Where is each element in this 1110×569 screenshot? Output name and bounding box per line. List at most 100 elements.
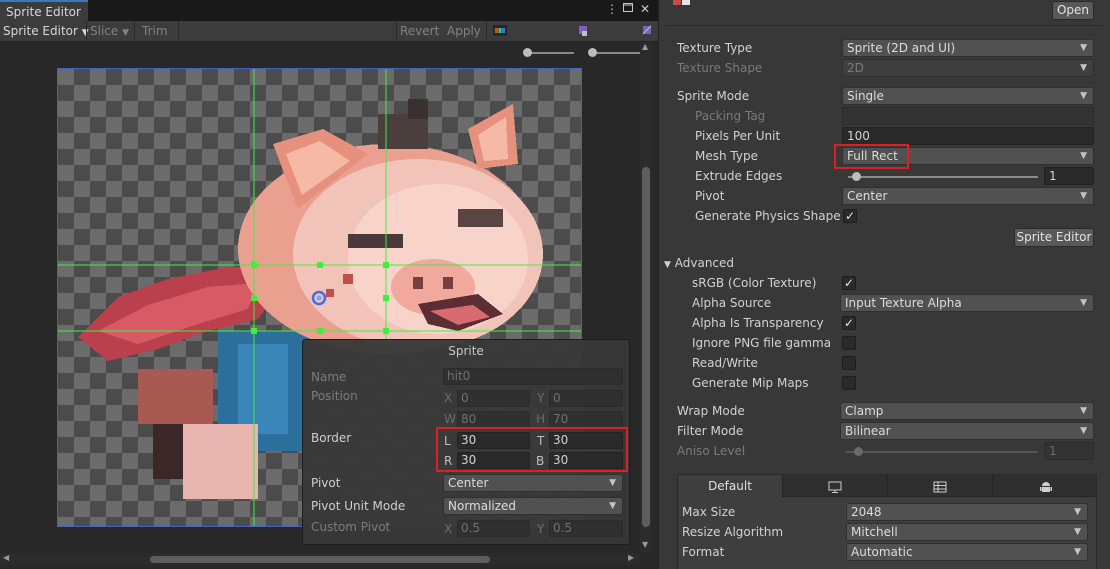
toolbar-divider	[134, 21, 135, 42]
ignore-png-gamma-label: Ignore PNG file gamma	[692, 336, 832, 350]
chevron-down-icon: ▼	[1080, 43, 1087, 53]
horizontal-scrollbar-thumb[interactable]	[150, 556, 490, 563]
vertical-scrollbar-thumb[interactable]	[642, 167, 650, 527]
chevron-down-icon: ▼	[1074, 527, 1081, 537]
packing-tag-field[interactable]	[842, 107, 1094, 125]
alpha-is-transparency-checkbox[interactable]: ✓	[842, 316, 856, 330]
mesh-type-highlight-box	[834, 144, 909, 169]
chevron-down-icon: ▼	[1080, 63, 1087, 73]
tab-webgl[interactable]	[888, 475, 993, 497]
position-h-field[interactable]: 70	[549, 411, 623, 428]
mip-slider-track[interactable]	[590, 52, 640, 54]
format-value: Automatic	[851, 545, 913, 559]
aniso-level-field[interactable]: 1	[1044, 442, 1094, 460]
mip-slider-handle[interactable]	[588, 48, 597, 57]
read-write-label: Read/Write	[692, 356, 758, 370]
texture-type-value: Sprite (2D and UI)	[847, 41, 956, 55]
pivot-dropdown[interactable]: Center ▼	[443, 474, 623, 492]
format-dropdown[interactable]: Automatic ▼	[846, 543, 1088, 561]
resize-algorithm-label: Resize Algorithm	[682, 525, 784, 539]
sprite-editor-button[interactable]: Sprite Editor	[1014, 228, 1094, 247]
more-options-icon[interactable]: ⋮	[606, 2, 618, 16]
extrude-edges-field[interactable]: 1	[1044, 167, 1094, 185]
scroll-down-arrow-icon[interactable]: ▼	[642, 540, 648, 549]
vertical-scrollbar[interactable]: ▲ ▼	[640, 42, 652, 552]
window-tab-bar: Sprite Editor ⋮ ✕	[0, 0, 658, 21]
ignore-png-gamma-checkbox[interactable]	[842, 336, 856, 350]
position-y-field[interactable]: 0	[549, 390, 623, 407]
packing-tag-label: Packing Tag	[695, 109, 766, 123]
filter-mode-value: Bilinear	[845, 424, 891, 438]
filter-mode-dropdown[interactable]: Bilinear ▼	[840, 422, 1094, 440]
wrap-mode-label: Wrap Mode	[677, 404, 745, 418]
position-w-field[interactable]: 80	[457, 411, 530, 428]
generate-mip-maps-label: Generate Mip Maps	[692, 376, 809, 390]
tab-default[interactable]: Default	[678, 475, 783, 497]
chevron-down-icon: ▼	[1080, 426, 1087, 436]
pixels-per-unit-label: Pixels Per Unit	[695, 129, 781, 143]
slice-dropdown[interactable]: Slice ▼	[90, 24, 129, 38]
chevron-down-icon: ▼	[1074, 547, 1081, 557]
custom-pivot-x-field[interactable]: 0.5	[457, 520, 530, 537]
horizontal-scrollbar[interactable]: ◀ ▶	[0, 553, 640, 565]
resize-algorithm-dropdown[interactable]: Mitchell ▼	[846, 523, 1088, 541]
srgb-checkbox[interactable]: ✓	[842, 276, 856, 290]
resize-algorithm-value: Mitchell	[851, 525, 898, 539]
advanced-foldout[interactable]: ▼ Advanced	[664, 256, 734, 270]
android-icon	[1039, 479, 1053, 493]
alpha-source-value: Input Texture Alpha	[845, 296, 962, 310]
chevron-down-icon: ▼	[1080, 191, 1087, 201]
toolbar-divider	[486, 21, 487, 42]
pivot-dropdown[interactable]: Center ▼	[842, 187, 1094, 205]
tab-sprite-editor[interactable]: Sprite Editor	[0, 0, 88, 21]
generate-physics-shape-checkbox[interactable]: ✓	[843, 209, 857, 223]
mode-dropdown[interactable]: Sprite Editor ▼	[3, 24, 89, 38]
custom-pivot-y-field[interactable]: 0.5	[549, 520, 623, 537]
wrap-mode-dropdown[interactable]: Clamp ▼	[840, 402, 1094, 420]
pixels-per-unit-field[interactable]: 100	[842, 127, 1094, 145]
tab-standalone[interactable]	[783, 475, 888, 497]
sprite-editor-toolbar: Sprite Editor ▼ Slice ▼ Trim Revert Appl…	[0, 21, 658, 57]
position-label: Position	[311, 389, 358, 403]
scroll-up-arrow-icon[interactable]: ▲	[642, 42, 648, 51]
chevron-down-icon: ▼	[1080, 151, 1087, 161]
aniso-level-label: Aniso Level	[677, 444, 746, 458]
aniso-level-slider-track[interactable]	[846, 451, 1038, 453]
extrude-edges-slider-track[interactable]	[848, 176, 1038, 178]
read-write-checkbox[interactable]	[842, 356, 856, 370]
trim-button[interactable]: Trim	[142, 24, 168, 38]
zoom-slider-handle[interactable]	[523, 48, 532, 57]
custom-pivot-x-label: X	[444, 522, 453, 536]
generate-mip-maps-checkbox[interactable]	[842, 376, 856, 390]
close-icon[interactable]: ✕	[640, 2, 650, 16]
pivot-value: Center	[847, 189, 888, 203]
open-button[interactable]: Open	[1052, 1, 1094, 20]
texture-type-dropdown[interactable]: Sprite (2D and UI) ▼	[842, 39, 1094, 57]
position-x-label: X	[444, 391, 453, 405]
max-size-dropdown[interactable]: 2048 ▼	[846, 503, 1088, 521]
generate-physics-shape-label: Generate Physics Shape	[695, 209, 841, 223]
wrap-mode-value: Clamp	[845, 404, 884, 418]
sprite-mode-dropdown[interactable]: Single ▼	[842, 87, 1094, 105]
texture-shape-dropdown[interactable]: 2D ▼	[842, 59, 1094, 77]
maximize-icon[interactable]	[622, 1, 634, 16]
position-x-field[interactable]: 0	[457, 390, 530, 407]
tab-android[interactable]	[993, 475, 1098, 497]
apply-button[interactable]: Apply	[447, 24, 481, 38]
color-channel-icon[interactable]	[492, 25, 508, 39]
toolbar-divider	[178, 21, 179, 42]
revert-button[interactable]: Revert	[400, 24, 439, 38]
max-size-label: Max Size	[682, 505, 736, 519]
alpha-source-dropdown[interactable]: Input Texture Alpha ▼	[840, 294, 1094, 312]
pivot-unit-mode-dropdown[interactable]: Normalized ▼	[443, 497, 623, 515]
texture-type-label: Texture Type	[677, 41, 753, 55]
slice-dropdown-label: Slice	[90, 24, 119, 38]
srgb-label: sRGB (Color Texture)	[692, 276, 817, 290]
extrude-edges-slider-handle[interactable]	[852, 172, 861, 181]
scroll-right-arrow-icon[interactable]: ▶	[628, 553, 634, 562]
aniso-level-slider-handle[interactable]	[854, 447, 863, 456]
border-label: Border	[311, 431, 352, 445]
mip-level-icon	[642, 25, 652, 40]
name-field[interactable]: hit0	[443, 368, 623, 385]
scroll-left-arrow-icon[interactable]: ◀	[3, 553, 9, 562]
